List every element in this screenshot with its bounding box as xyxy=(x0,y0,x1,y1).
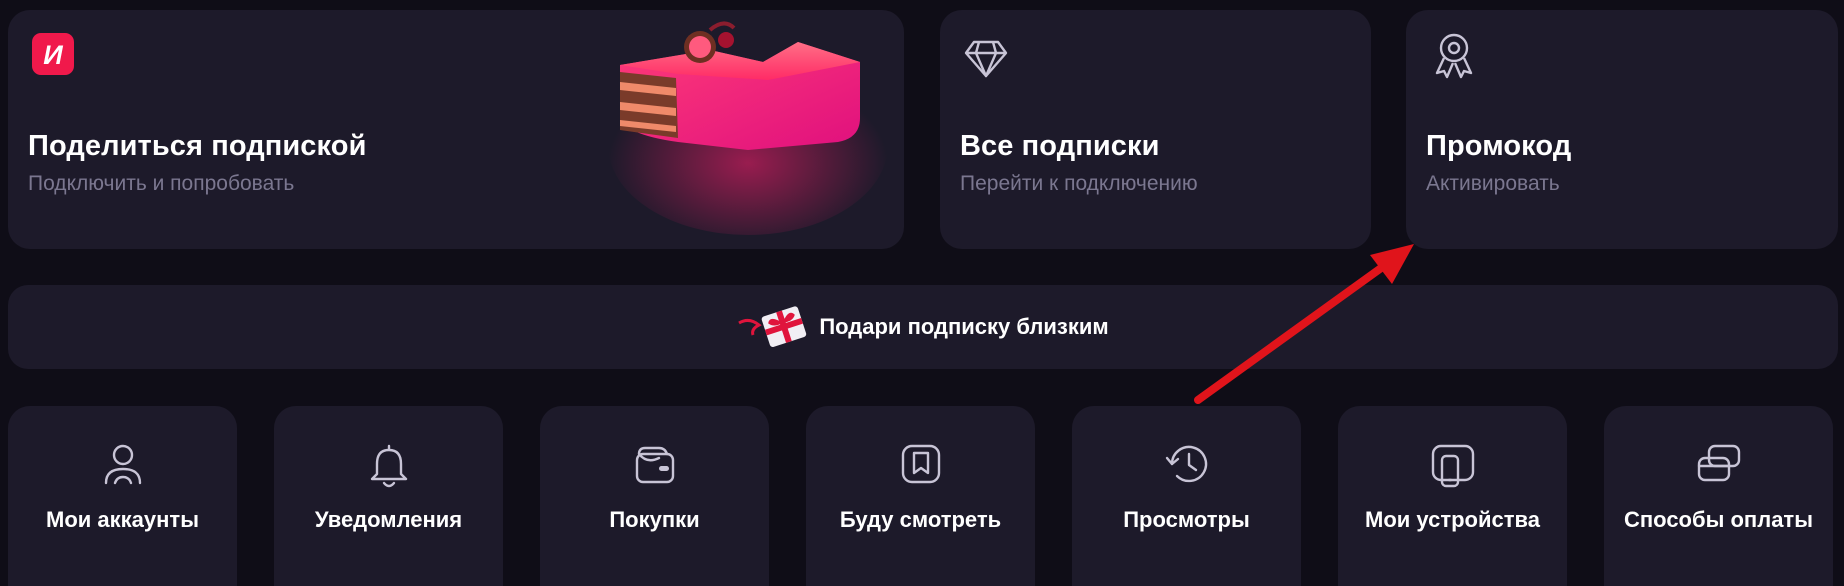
tile-label: Буду смотреть xyxy=(839,507,1002,532)
devices-icon xyxy=(1429,442,1477,495)
tile-label: Мои устройства xyxy=(1365,507,1540,532)
tile-my-accounts[interactable]: Мои аккаунты xyxy=(8,406,237,586)
tile-label: Покупки xyxy=(609,507,700,532)
gift-box-icon xyxy=(737,303,807,351)
tile-label: Способы оплаты xyxy=(1624,507,1813,532)
tile-label: Мои аккаунты xyxy=(46,507,199,532)
bookmark-icon xyxy=(899,442,943,491)
user-icon xyxy=(101,442,145,491)
brand-logo-icon: И xyxy=(32,33,74,75)
card-title: Поделиться подпиской xyxy=(28,130,367,162)
gift-subscription-banner[interactable]: Подари подписку близким xyxy=(8,285,1838,369)
svg-text:И: И xyxy=(43,40,63,70)
all-subscriptions-card[interactable]: Все подписки Перейти к подключению xyxy=(940,10,1371,249)
card-subtitle: Подключить и попробовать xyxy=(28,172,295,195)
diamond-icon xyxy=(964,36,1008,80)
tile-watch-later[interactable]: Буду смотреть xyxy=(806,406,1035,586)
history-icon xyxy=(1164,442,1210,491)
tile-label: Уведомления xyxy=(314,507,463,532)
wallet-icon xyxy=(633,442,677,491)
award-icon xyxy=(1432,32,1476,80)
gift-banner-label: Подари подписку близким xyxy=(819,314,1109,339)
promo-code-card[interactable]: Промокод Активировать xyxy=(1406,10,1838,249)
card-subtitle: Активировать xyxy=(1426,172,1560,195)
tile-purchases[interactable]: Покупки xyxy=(540,406,769,586)
tile-payment-methods[interactable]: Способы оплаты xyxy=(1604,406,1833,586)
card-title: Промокод xyxy=(1426,130,1572,162)
bell-icon xyxy=(367,442,411,495)
card-title: Все подписки xyxy=(960,130,1160,162)
card-subtitle: Перейти к подключению xyxy=(960,172,1198,195)
cake-illustration-icon xyxy=(598,10,898,240)
tile-label: Просмотры xyxy=(1123,507,1250,532)
share-subscription-card[interactable]: И Поделиться подпиской Подключить и попр… xyxy=(8,10,904,249)
tile-notifications[interactable]: Уведомления xyxy=(274,406,503,586)
tile-history[interactable]: Просмотры xyxy=(1072,406,1301,586)
tile-my-devices[interactable]: Мои устройства xyxy=(1338,406,1567,586)
cards-icon xyxy=(1695,442,1743,491)
